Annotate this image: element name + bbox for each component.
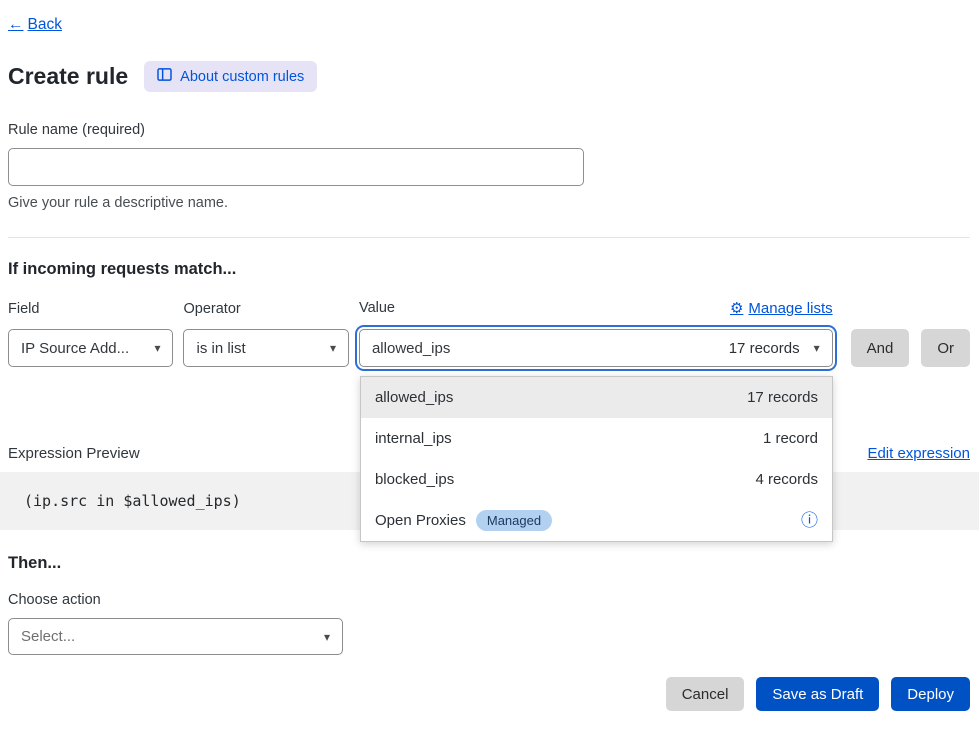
- list-meta: 17 records: [747, 389, 818, 406]
- or-button[interactable]: Or: [921, 329, 970, 367]
- and-button[interactable]: And: [851, 329, 910, 367]
- chevron-down-icon: ▾: [330, 342, 336, 354]
- chevron-down-icon: ▾: [324, 631, 330, 643]
- list-name: allowed_ips: [375, 389, 453, 406]
- field-label: Field: [8, 301, 173, 317]
- value-dropdown-menu: allowed_ips 17 records internal_ips 1 re…: [360, 376, 833, 542]
- manage-lists-link[interactable]: ⚙ Manage lists: [730, 299, 833, 317]
- operator-label: Operator: [183, 301, 348, 317]
- manage-lists-label: Manage lists: [748, 300, 832, 317]
- footer-actions: Cancel Save as Draft Deploy: [8, 677, 970, 711]
- cancel-button[interactable]: Cancel: [666, 677, 745, 711]
- gear-icon: ⚙: [730, 299, 743, 317]
- expression-preview-label: Expression Preview: [8, 445, 140, 462]
- open-proxies-left: Open Proxies Managed: [375, 510, 552, 532]
- operator-select[interactable]: is in list ▾: [183, 329, 348, 367]
- value-column: Value ⚙ Manage lists allowed_ips 17 recor…: [359, 299, 833, 367]
- create-rule-page: ←Back Create rule About custom rules Rul…: [0, 0, 979, 711]
- info-icon[interactable]: ⓘ: [801, 512, 818, 529]
- dropdown-item-allowed-ips[interactable]: allowed_ips 17 records: [361, 377, 832, 418]
- rule-name-help: Give your rule a descriptive name.: [8, 195, 970, 211]
- page-title: Create rule: [8, 63, 128, 90]
- list-meta: 1 record: [763, 430, 818, 447]
- then-heading: Then...: [8, 554, 970, 573]
- dropdown-item-blocked-ips[interactable]: blocked_ips 4 records: [361, 459, 832, 500]
- choose-action-label: Choose action: [8, 592, 970, 608]
- list-meta: 4 records: [755, 471, 818, 488]
- chevron-down-icon: ▾: [814, 342, 820, 354]
- section-divider: [8, 237, 970, 238]
- rule-name-block: Rule name (required) Give your rule a de…: [8, 122, 970, 211]
- value-select-right: 17 records ▾: [729, 340, 820, 357]
- rule-name-input[interactable]: [8, 148, 584, 186]
- and-or-buttons: And Or: [851, 329, 970, 367]
- list-name: Open Proxies: [375, 512, 466, 529]
- value-select[interactable]: allowed_ips 17 records ▾: [359, 329, 833, 367]
- match-condition-row: Field IP Source Add... ▾ Operator is in …: [8, 299, 970, 367]
- rule-name-label: Rule name (required): [8, 122, 970, 138]
- save-as-draft-button[interactable]: Save as Draft: [756, 677, 879, 711]
- value-label: Value: [359, 300, 395, 316]
- field-select[interactable]: IP Source Add... ▾: [8, 329, 173, 367]
- value-select-meta: 17 records: [729, 340, 800, 357]
- about-custom-rules-label: About custom rules: [180, 69, 304, 85]
- list-name: blocked_ips: [375, 471, 454, 488]
- edit-expression-link[interactable]: Edit expression: [867, 445, 970, 462]
- value-select-value: allowed_ips: [372, 340, 450, 357]
- managed-badge: Managed: [476, 510, 552, 532]
- match-heading: If incoming requests match...: [8, 260, 970, 279]
- field-column: Field IP Source Add... ▾: [8, 301, 173, 367]
- about-custom-rules-link[interactable]: About custom rules: [144, 61, 317, 92]
- back-label: Back: [28, 16, 62, 34]
- field-select-value: IP Source Add...: [21, 340, 129, 357]
- deploy-button[interactable]: Deploy: [891, 677, 970, 711]
- back-link[interactable]: ←Back: [8, 16, 62, 34]
- about-custom-rules-icon: [157, 68, 172, 85]
- title-row: Create rule About custom rules: [8, 61, 970, 92]
- operator-select-value: is in list: [196, 340, 245, 357]
- back-arrow-icon: ←: [8, 16, 24, 34]
- action-select[interactable]: Select... ▾: [8, 618, 343, 655]
- list-name: internal_ips: [375, 430, 452, 447]
- dropdown-item-open-proxies[interactable]: Open Proxies Managed ⓘ: [361, 500, 832, 541]
- value-header-row: Value ⚙ Manage lists: [359, 299, 833, 317]
- operator-column: Operator is in list ▾: [183, 301, 348, 367]
- dropdown-item-internal-ips[interactable]: internal_ips 1 record: [361, 418, 832, 459]
- chevron-down-icon: ▾: [154, 342, 160, 354]
- action-select-placeholder: Select...: [21, 628, 75, 645]
